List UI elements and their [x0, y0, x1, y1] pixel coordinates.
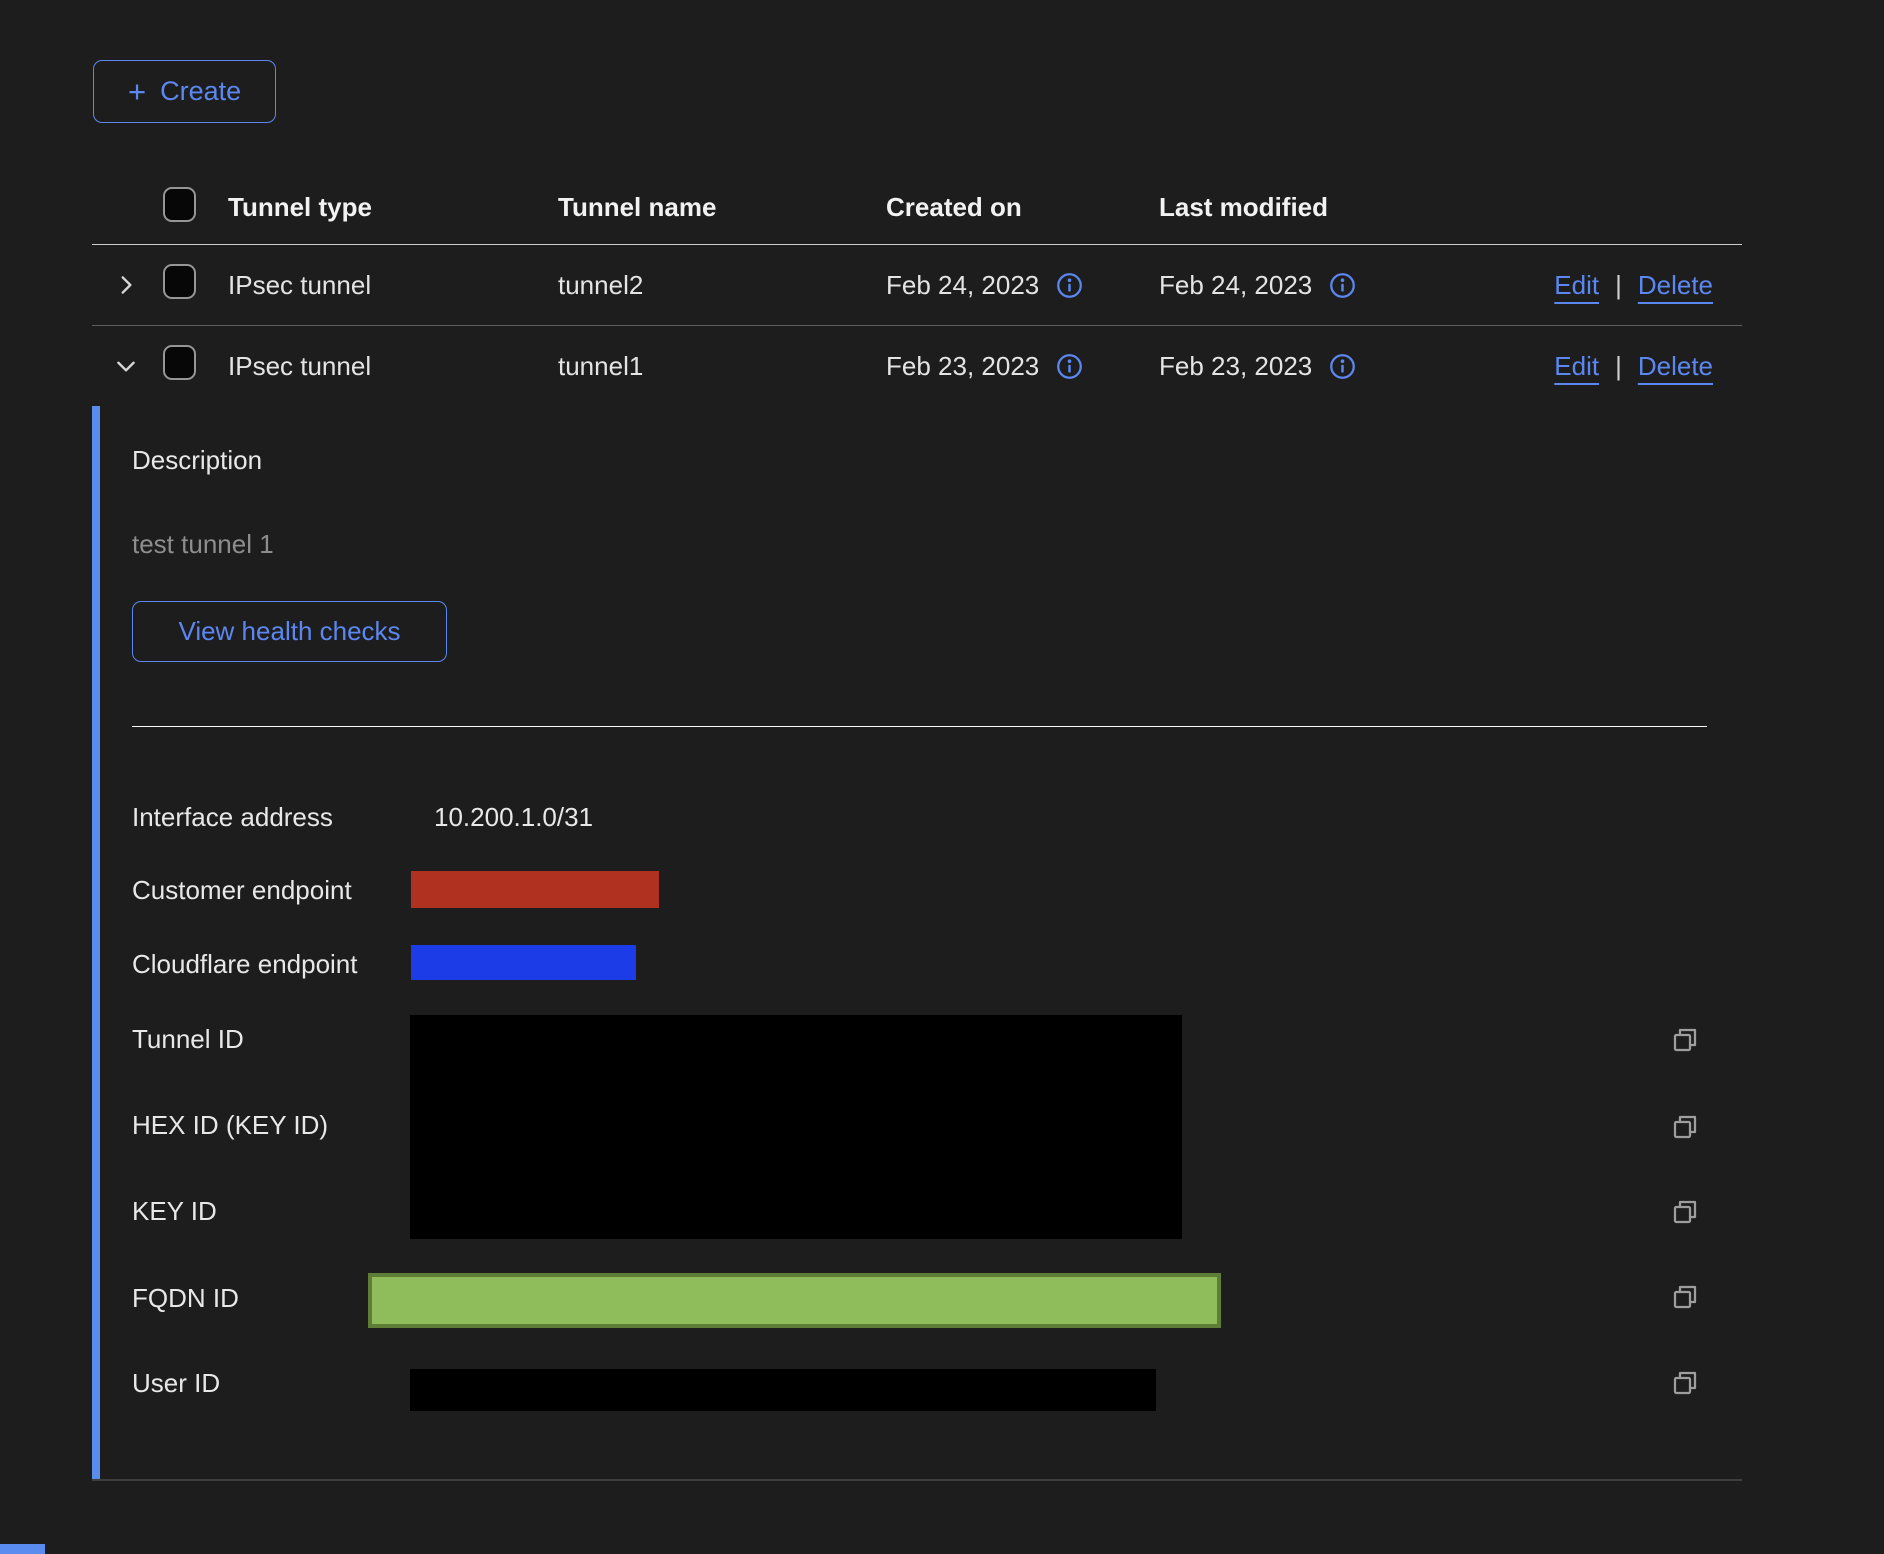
tunnel-type-cell: IPsec tunnel [228, 270, 558, 301]
create-button[interactable]: + Create [93, 60, 276, 123]
tunnel-type-cell: IPsec tunnel [228, 351, 558, 382]
interface-address-value: 10.200.1.0/31 [434, 801, 593, 833]
row-checkbox[interactable] [163, 264, 196, 299]
delete-link[interactable]: Delete [1638, 351, 1713, 382]
action-separator: | [1615, 351, 1622, 382]
plus-icon: + [128, 76, 146, 107]
tunnels-content: + Create Tunnel type Tunnel name Created… [92, 60, 1742, 1481]
collapse-row-button[interactable] [113, 353, 139, 379]
delete-link[interactable]: Delete [1638, 270, 1713, 301]
edit-link[interactable]: Edit [1554, 270, 1599, 301]
tunnel-name-cell: tunnel1 [558, 351, 886, 382]
section-divider [132, 726, 1707, 727]
info-icon[interactable] [1056, 353, 1083, 380]
expanded-accent-bar [92, 406, 100, 1479]
tunnels-table: Tunnel type Tunnel name Created on Last … [92, 170, 1742, 1481]
copy-tunnel-id-icon[interactable] [1670, 1025, 1700, 1055]
table-row-tunnel1: IPsec tunnel tunnel1 Feb 23, 2023 Feb 23… [92, 326, 1742, 406]
cloudflare-endpoint-label: Cloudflare endpoint [132, 948, 358, 980]
tunnel-details-panel: Description test tunnel 1 View health ch… [92, 406, 1742, 1481]
chevron-right-icon [113, 272, 139, 298]
chevron-down-icon [113, 353, 139, 379]
header-tunnel-name: Tunnel name [558, 192, 886, 223]
copy-hex-id-icon[interactable] [1670, 1112, 1700, 1142]
header-tunnel-type: Tunnel type [228, 192, 558, 223]
copy-user-id-icon[interactable] [1670, 1368, 1700, 1398]
table-row-tunnel2: IPsec tunnel tunnel2 Feb 24, 2023 Feb 24… [92, 245, 1742, 326]
action-separator: | [1615, 270, 1622, 301]
create-button-label: Create [160, 76, 241, 107]
partial-element-fragment [0, 1544, 45, 1554]
hex-id-label: HEX ID (KEY ID) [132, 1109, 328, 1141]
copy-key-id-icon[interactable] [1670, 1197, 1700, 1227]
tunnel-id-label: Tunnel ID [132, 1023, 244, 1055]
info-icon[interactable] [1329, 272, 1356, 299]
tunnel-name-cell: tunnel2 [558, 270, 886, 301]
description-label: Description [132, 444, 262, 476]
created-on-value: Feb 23, 2023 [886, 351, 1039, 382]
key-id-label: KEY ID [132, 1195, 217, 1227]
view-health-checks-button[interactable]: View health checks [132, 601, 447, 662]
last-modified-value: Feb 23, 2023 [1159, 351, 1312, 382]
table-header-row: Tunnel type Tunnel name Created on Last … [92, 170, 1742, 245]
expand-row-button[interactable] [113, 272, 139, 298]
copy-fqdn-id-icon[interactable] [1670, 1282, 1700, 1312]
header-last-modified: Last modified [1159, 192, 1450, 223]
user-id-label: User ID [132, 1367, 220, 1399]
header-created-on: Created on [886, 192, 1159, 223]
interface-address-label: Interface address [132, 801, 333, 833]
customer-endpoint-redacted-value [411, 871, 659, 908]
description-value: test tunnel 1 [132, 528, 274, 560]
edit-link[interactable]: Edit [1554, 351, 1599, 382]
last-modified-value: Feb 24, 2023 [1159, 270, 1312, 301]
cloudflare-endpoint-redacted-value [411, 945, 636, 980]
customer-endpoint-label: Customer endpoint [132, 874, 352, 906]
select-all-checkbox[interactable] [163, 187, 196, 222]
ids-redacted-value [410, 1015, 1182, 1239]
fqdn-id-redacted-value [368, 1273, 1221, 1328]
created-on-value: Feb 24, 2023 [886, 270, 1039, 301]
info-icon[interactable] [1056, 272, 1083, 299]
fqdn-id-label: FQDN ID [132, 1282, 239, 1314]
info-icon[interactable] [1329, 353, 1356, 380]
user-id-redacted-value [410, 1369, 1156, 1411]
row-checkbox[interactable] [163, 345, 196, 380]
